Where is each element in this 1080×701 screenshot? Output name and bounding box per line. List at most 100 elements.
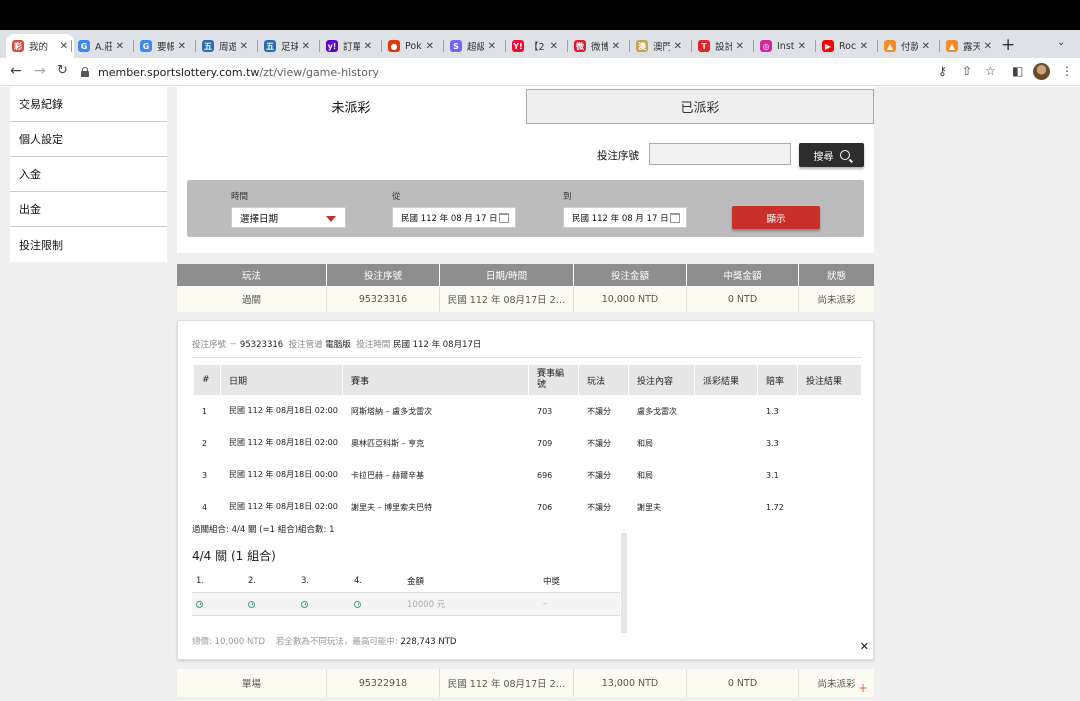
browser-tab[interactable]: ● Poke ✕ bbox=[382, 34, 440, 58]
reload-icon[interactable]: ↻ bbox=[57, 63, 68, 78]
profile-avatar[interactable] bbox=[1033, 63, 1050, 80]
close-tab-icon[interactable]: ✕ bbox=[178, 41, 186, 52]
match-cell-match: 卡拉巴赫 – 赫爾辛基 bbox=[351, 470, 425, 480]
column-header: 賽事 bbox=[343, 365, 529, 395]
browser-tab[interactable]: ▲ 付款 ✕ bbox=[878, 34, 936, 58]
match-cell-type: 不讓分 bbox=[587, 406, 611, 416]
close-tab-icon[interactable]: ✕ bbox=[798, 41, 806, 52]
sidebar-item-transactions[interactable]: 交易紀錄 bbox=[10, 87, 167, 122]
column-header: 玩法 bbox=[579, 365, 629, 395]
tab-settled[interactable]: 已派彩 bbox=[526, 89, 874, 124]
column-header: 3. bbox=[301, 576, 310, 586]
close-tab-icon[interactable]: ✕ bbox=[736, 41, 744, 52]
side-panel-icon[interactable]: ◧ bbox=[1012, 64, 1023, 78]
browser-tab[interactable]: y! 訂單 ✕ bbox=[320, 34, 378, 58]
browser-tab[interactable]: ▶ Roc ✕ bbox=[816, 34, 874, 58]
match-table: # 日期 賽事 賽事編號 玩法 投注內容 派彩結果 賠率 投注結果 1 民國 11… bbox=[194, 365, 861, 523]
combo-box: 4/4 關 (1 組合) 1. 2. 3. 4. 金額 中獎 10000 元 – bbox=[186, 533, 627, 633]
sidebar-item-settings[interactable]: 個人設定 bbox=[10, 122, 167, 157]
browser-tab[interactable]: ◎ Insta ✕ bbox=[754, 34, 812, 58]
browser-tab[interactable]: Y! 【2 ✕ bbox=[506, 34, 564, 58]
close-tab-icon[interactable]: ✕ bbox=[364, 41, 372, 52]
key-icon[interactable]: ⚷ bbox=[938, 64, 947, 78]
close-tab-icon[interactable]: ✕ bbox=[60, 41, 68, 52]
match-cell-no: 3 bbox=[202, 470, 208, 480]
serial-search-input[interactable] bbox=[649, 143, 791, 165]
bookmark-star-icon[interactable]: ☆ bbox=[985, 64, 996, 78]
close-tab-icon[interactable]: ✕ bbox=[674, 41, 682, 52]
bet-history-table: 玩法 投注序號 日期/時間 投注金額 中獎金額 狀態 過關 95323316 民… bbox=[177, 264, 874, 312]
time-select-value: 選擇日期 bbox=[240, 213, 279, 225]
show-button[interactable]: 顯示 bbox=[732, 206, 820, 229]
close-tab-icon[interactable]: ✕ bbox=[116, 41, 124, 52]
calendar-icon[interactable] bbox=[670, 213, 680, 223]
browser-tab[interactable]: T 設計 ✕ bbox=[692, 34, 750, 58]
address-bar[interactable]: member.sportslottery.com.tw/zt/view/game… bbox=[80, 62, 1000, 82]
match-cell-outcome bbox=[798, 427, 861, 459]
tab-search-icon[interactable]: ⌄ bbox=[1057, 37, 1065, 48]
match-cell-outcome bbox=[798, 395, 861, 427]
table-cell: 民國 112 年 08月17日 2… bbox=[440, 286, 574, 312]
browser-tab[interactable]: ▲ 露天 ✕ bbox=[940, 34, 998, 58]
match-cell-type: 不讓分 bbox=[587, 502, 611, 512]
browser-tab[interactable]: 彩我的 ✕ bbox=[6, 34, 74, 58]
from-date-input[interactable]: 民國 112 年 08 月 17 日 bbox=[392, 207, 516, 228]
browser-tab[interactable]: G 要帳 ✕ bbox=[134, 34, 192, 58]
leg-status bbox=[192, 593, 244, 615]
match-cell-type: 不讓分 bbox=[587, 438, 611, 448]
match-cell-match: 謝里夫 – 博里索夫巴特 bbox=[351, 502, 433, 512]
match-cell-outcome bbox=[798, 491, 861, 523]
match-cell-outcome bbox=[798, 459, 861, 491]
lock-icon bbox=[80, 67, 90, 77]
browser-tab[interactable]: 微微博 ✕ bbox=[568, 34, 626, 58]
close-tab-icon[interactable]: ✕ bbox=[426, 41, 434, 52]
table-row[interactable]: 過關 95323316 民國 112 年 08月17日 2… 10,000 NT… bbox=[177, 286, 874, 312]
combo-header-row: 1. 2. 3. 4. 金額 中獎 bbox=[192, 570, 620, 593]
to-date-input[interactable]: 民國 112 年 08 月 17 日 bbox=[563, 207, 687, 228]
browser-tab[interactable]: 五周遊 ✕ bbox=[196, 34, 254, 58]
browser-tab[interactable]: S 超級 ✕ bbox=[444, 34, 502, 58]
sidebar-item-withdraw[interactable]: 出金 bbox=[10, 192, 167, 227]
close-tab-icon[interactable]: ✕ bbox=[302, 41, 310, 52]
tab-separator bbox=[753, 40, 754, 52]
match-cell-result bbox=[695, 395, 758, 427]
combo-win: – bbox=[543, 599, 548, 609]
column-header: 日期/時間 bbox=[440, 264, 574, 286]
from-label: 從 bbox=[392, 192, 401, 202]
close-tab-icon[interactable]: ✕ bbox=[922, 41, 930, 52]
close-tab-icon[interactable]: ✕ bbox=[240, 41, 248, 52]
browser-tab[interactable]: 澳澳門 ✕ bbox=[630, 34, 688, 58]
table-row[interactable]: 單場 95322918 民國 112 年 08月17日 2… 13,000 NT… bbox=[177, 669, 874, 697]
close-icon[interactable]: ✕ bbox=[860, 640, 869, 653]
table-cell: 10,000 NTD bbox=[574, 286, 687, 312]
close-tab-icon[interactable]: ✕ bbox=[550, 41, 558, 52]
browser-menu-icon[interactable]: ⋮ bbox=[1061, 64, 1073, 78]
browser-tab[interactable]: G A.莊 ✕ bbox=[72, 34, 130, 58]
new-tab-button[interactable]: + bbox=[1001, 35, 1015, 55]
calendar-icon[interactable] bbox=[499, 213, 509, 223]
browser-tab[interactable]: 五足球 ✕ bbox=[258, 34, 316, 58]
tab-favicon-icon: S bbox=[450, 40, 462, 52]
match-cell-date: 民國 112 年 08月18日 02:00 bbox=[229, 438, 338, 447]
search-button[interactable]: 搜尋 bbox=[799, 143, 864, 167]
close-tab-icon[interactable]: ✕ bbox=[984, 41, 992, 52]
close-tab-icon[interactable]: ✕ bbox=[488, 41, 496, 52]
tab-unsettled[interactable]: 未派彩 bbox=[177, 89, 525, 124]
close-tab-icon[interactable]: ✕ bbox=[860, 41, 868, 52]
forward-icon[interactable]: → bbox=[34, 63, 46, 79]
tab-label: 付款 bbox=[901, 42, 918, 53]
sidebar-item-deposit[interactable]: 入金 bbox=[10, 157, 167, 192]
clock-icon bbox=[301, 600, 308, 608]
table-cell: 95322918 bbox=[327, 669, 440, 697]
max-win-label: 若全數為不同玩法，最高可能中: bbox=[275, 637, 398, 647]
share-icon[interactable]: ⇧ bbox=[962, 64, 972, 78]
sidebar-item-bet-limit[interactable]: 投注限制 bbox=[10, 227, 167, 262]
table-cell: 0 NTD bbox=[687, 286, 799, 312]
close-tab-icon[interactable]: ✕ bbox=[612, 41, 620, 52]
time-select[interactable]: 選擇日期 bbox=[231, 207, 346, 228]
tab-favicon-icon: ▲ bbox=[884, 40, 896, 52]
expand-plus-icon[interactable]: + bbox=[858, 682, 870, 694]
meta-channel-value: 電腦版 bbox=[325, 340, 351, 350]
column-header: 4. bbox=[354, 576, 363, 586]
back-icon[interactable]: ← bbox=[10, 63, 22, 79]
